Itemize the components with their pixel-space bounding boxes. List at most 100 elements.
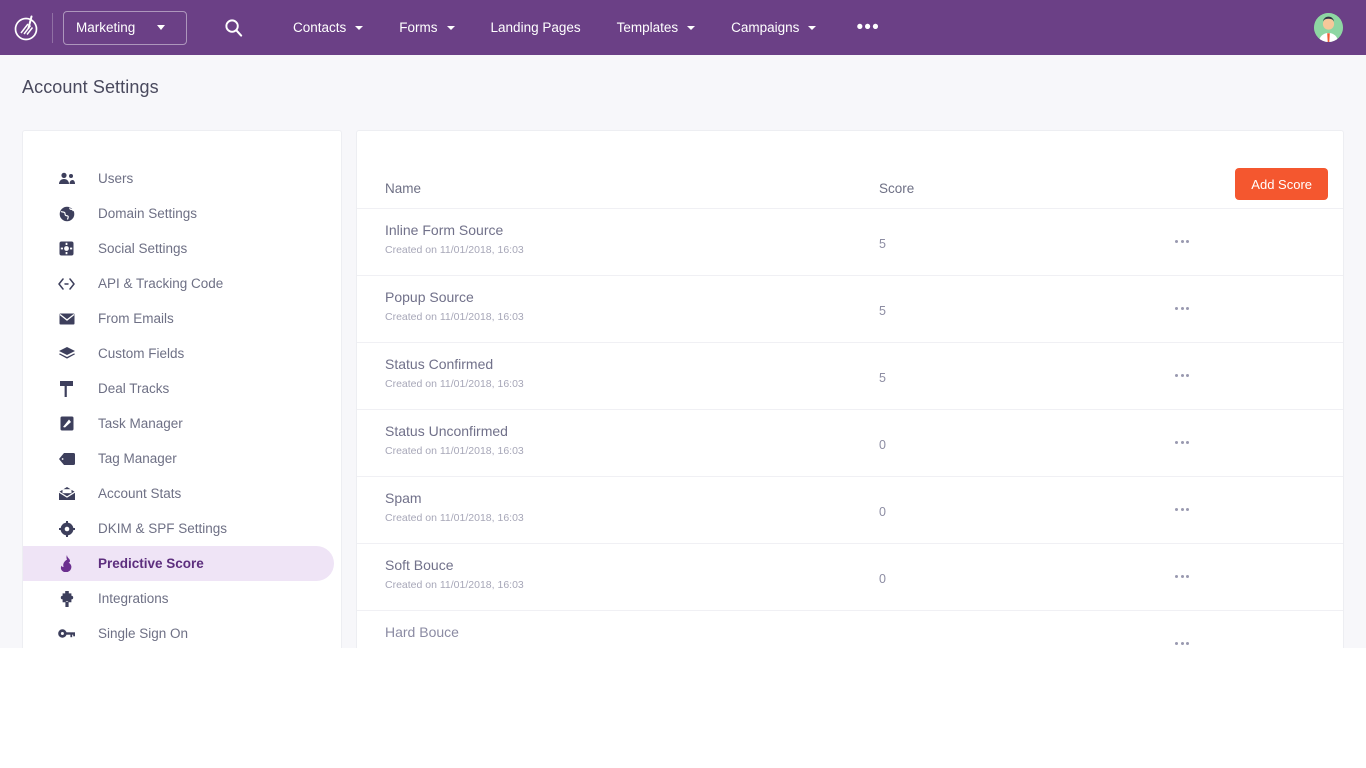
table-row[interactable]: Popup Source Created on 11/01/2018, 16:0… (357, 275, 1343, 342)
sidebar-item-label: Deal Tracks (98, 381, 169, 396)
sidebar-item-tag-manager[interactable]: Tag Manager (23, 441, 341, 476)
row-actions-menu[interactable] (1169, 367, 1195, 383)
row-score: 0 (879, 505, 886, 519)
predictive-score-card: Name Score Add Score Inline Form Source … (356, 130, 1344, 648)
sidebar-item-domain-settings[interactable]: Domain Settings (23, 196, 341, 231)
nav-item-contacts[interactable]: Contacts (275, 11, 381, 45)
task-flag-icon (58, 415, 75, 432)
chevron-down-icon (355, 26, 363, 30)
share-square-icon (58, 240, 75, 257)
sidebar-item-single-sign-on[interactable]: Single Sign On (23, 616, 341, 648)
row-actions-menu[interactable] (1169, 233, 1195, 249)
column-header-name: Name (385, 181, 421, 196)
puzzle-piece-icon (58, 590, 75, 607)
row-score: 5 (879, 304, 886, 318)
sidebar-item-label: Tag Manager (98, 451, 177, 466)
settings-sidebar-list: Users Domain Settings Social Settings AP… (23, 131, 341, 648)
table-row[interactable]: Inline Form Source Created on 11/01/2018… (357, 208, 1343, 275)
sidebar-item-label: Integrations (98, 591, 169, 606)
sidebar-item-deal-tracks[interactable]: Deal Tracks (23, 371, 341, 406)
sidebar-item-custom-fields[interactable]: Custom Fields (23, 336, 341, 371)
flame-icon (58, 555, 75, 572)
sidebar-item-social-settings[interactable]: Social Settings (23, 231, 341, 266)
sidebar-item-label: Task Manager (98, 416, 183, 431)
sidebar-item-dkim-spf-settings[interactable]: DKIM & SPF Settings (23, 511, 341, 546)
row-score: 5 (879, 371, 886, 385)
row-name: Inline Form Source (385, 222, 503, 238)
chevron-down-icon (157, 25, 165, 30)
row-actions-menu[interactable] (1169, 501, 1195, 517)
row-created-date: Created on 11/01/2018, 16:03 (385, 445, 524, 457)
nav-item-label: Campaigns (731, 20, 799, 35)
table-row[interactable]: Hard Bouce (357, 610, 1343, 648)
nav-item-landing-pages[interactable]: Landing Pages (473, 11, 599, 45)
avatar[interactable] (1314, 13, 1343, 42)
gear-icon (58, 520, 75, 537)
table-row[interactable]: Status Confirmed Created on 11/01/2018, … (357, 342, 1343, 409)
sidebar-item-label: Custom Fields (98, 346, 184, 361)
row-actions-menu[interactable] (1169, 300, 1195, 316)
row-name: Hard Bouce (385, 624, 459, 640)
nav-more-menu-button[interactable]: ••• (840, 23, 896, 33)
open-envelope-icon (58, 485, 75, 502)
sidebar-item-label: API & Tracking Code (98, 276, 223, 291)
account-selector-label: Marketing (76, 20, 135, 35)
row-score: 0 (879, 438, 886, 452)
sidebar-item-label: Predictive Score (98, 556, 204, 571)
search-button[interactable] (220, 15, 246, 41)
sidebar-item-label: Account Stats (98, 486, 181, 501)
sidebar-item-integrations[interactable]: Integrations (23, 581, 341, 616)
row-score: 0 (879, 572, 886, 586)
envelope-icon (58, 310, 75, 327)
table-row[interactable]: Status Unconfirmed Created on 11/01/2018… (357, 409, 1343, 476)
nav-item-label: Templates (617, 20, 679, 35)
nav-item-forms[interactable]: Forms (381, 11, 472, 45)
nav-divider (52, 13, 53, 43)
row-score: 5 (879, 237, 886, 251)
user-avatar-icon (1314, 13, 1343, 42)
account-selector[interactable]: Marketing (63, 11, 187, 45)
sidebar-item-task-manager[interactable]: Task Manager (23, 406, 341, 441)
globe-icon (58, 205, 75, 222)
nav-item-templates[interactable]: Templates (599, 11, 714, 45)
brand-circle-logo-icon (11, 13, 41, 43)
column-header-score: Score (879, 181, 914, 196)
table-row[interactable]: Soft Bouce Created on 11/01/2018, 16:03 … (357, 543, 1343, 610)
row-created-date: Created on 11/01/2018, 16:03 (385, 244, 524, 256)
row-name: Soft Bouce (385, 557, 454, 573)
nav-item-label: Forms (399, 20, 437, 35)
users-icon (58, 170, 75, 187)
funnel-flag-icon (58, 380, 75, 397)
sidebar-item-label: Domain Settings (98, 206, 197, 221)
sidebar-item-label: DKIM & SPF Settings (98, 521, 227, 536)
row-actions-menu[interactable] (1169, 635, 1195, 648)
row-created-date: Created on 11/01/2018, 16:03 (385, 378, 524, 390)
sidebar-item-from-emails[interactable]: From Emails (23, 301, 341, 336)
row-actions-menu[interactable] (1169, 434, 1195, 450)
row-name: Spam (385, 490, 422, 506)
row-created-date: Created on 11/01/2018, 16:03 (385, 512, 524, 524)
settings-sidebar-card: Users Domain Settings Social Settings AP… (22, 130, 342, 648)
add-score-button[interactable]: Add Score (1235, 168, 1328, 200)
sidebar-item-label: Users (98, 171, 133, 186)
row-created-date: Created on 11/01/2018, 16:03 (385, 579, 524, 591)
table-header: Name Score Add Score (357, 131, 1343, 208)
nav-item-campaigns[interactable]: Campaigns (713, 11, 834, 45)
row-name: Status Confirmed (385, 356, 493, 372)
table-row[interactable]: Spam Created on 11/01/2018, 16:03 0 (357, 476, 1343, 543)
sidebar-item-users[interactable]: Users (23, 161, 341, 196)
page-title: Account Settings (22, 77, 159, 98)
row-actions-menu[interactable] (1169, 568, 1195, 584)
key-icon (58, 625, 75, 642)
row-name: Status Unconfirmed (385, 423, 508, 439)
sidebar-item-api-tracking-code[interactable]: API & Tracking Code (23, 266, 341, 301)
chevron-down-icon (447, 26, 455, 30)
chevron-down-icon (687, 26, 695, 30)
tag-icon (58, 450, 75, 467)
top-navigation-bar: Marketing Contacts Forms Landing Pages T… (0, 0, 1366, 55)
sidebar-item-account-stats[interactable]: Account Stats (23, 476, 341, 511)
brand-logo[interactable] (2, 0, 50, 55)
layers-icon (58, 345, 75, 362)
sidebar-item-predictive-score[interactable]: Predictive Score (23, 546, 334, 581)
sidebar-item-label: Single Sign On (98, 626, 188, 641)
